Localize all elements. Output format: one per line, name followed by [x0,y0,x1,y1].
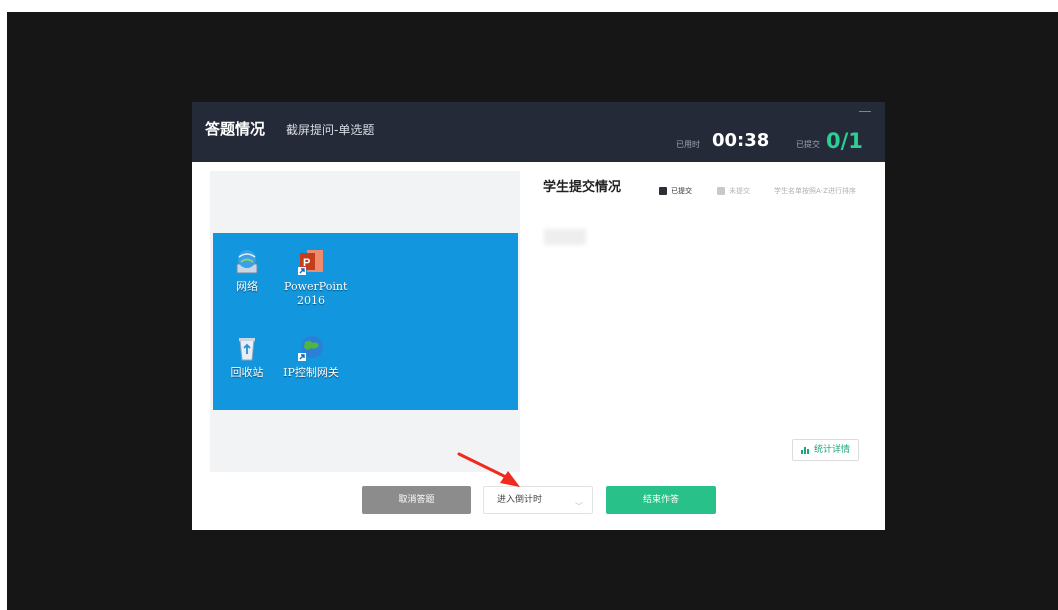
annotation-arrow [457,452,520,487]
